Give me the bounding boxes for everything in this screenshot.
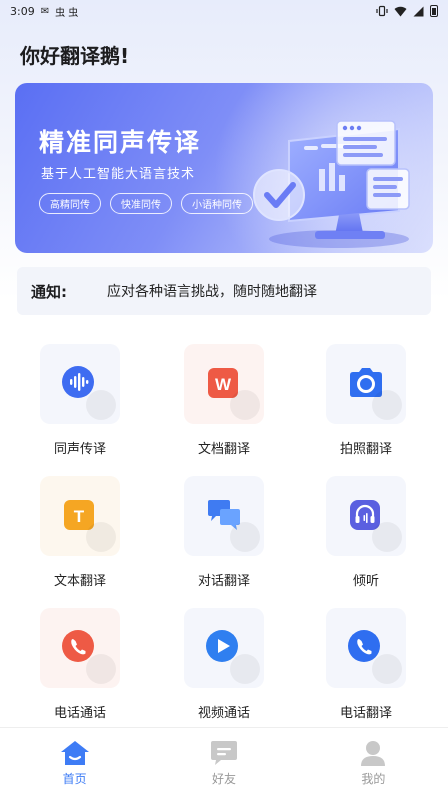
feature-label: 电话通话 [53, 706, 106, 721]
svg-text:T: T [74, 507, 85, 526]
feature-label: 倾听 [352, 574, 379, 589]
banner-chips: 高精同传 快准同传 小语种同传 [39, 193, 253, 214]
feature-tile: W [184, 344, 264, 424]
feature-listen[interactable]: 倾听 [306, 476, 426, 589]
feature-photo-translation[interactable]: 拍照翻译 [306, 344, 426, 457]
tab-home[interactable]: 首页 [0, 728, 149, 798]
banner-subtitle: 基于人工智能大语言技术 [41, 167, 196, 182]
feature-label: 对话翻译 [197, 574, 250, 589]
signal-icon [413, 6, 424, 16]
notice-label: 通知: [31, 282, 67, 301]
feature-dialogue-translation[interactable]: 对话翻译 [164, 476, 284, 589]
feature-phone-call[interactable]: 电话通话 [20, 608, 140, 721]
tab-profile[interactable]: 我的 [299, 728, 448, 798]
status-time: 3:09 [10, 4, 35, 18]
feature-tile [326, 608, 406, 688]
bug-notification-icons: 虫 虫 [55, 7, 79, 19]
wifi-icon [394, 6, 407, 16]
tab-label: 好友 [211, 772, 236, 786]
feature-tile: T [40, 476, 120, 556]
status-bar: 3:09 ✉ 虫 虫 [0, 0, 448, 22]
chat-icon [210, 741, 237, 765]
feature-document-translation[interactable]: W 文档翻译 [164, 344, 284, 457]
tab-label: 首页 [62, 772, 87, 786]
page-title: 你好翻译鹅! [20, 44, 130, 68]
profile-icon [361, 741, 386, 766]
feature-phone-translation[interactable]: 电话翻译 [306, 608, 426, 721]
svg-text:W: W [215, 375, 232, 394]
feature-label: 同声传译 [53, 442, 106, 457]
banner-chip: 小语种同传 [181, 193, 253, 214]
feature-tile [40, 608, 120, 688]
notice-bar[interactable]: 通知: 应对各种语言挑战，随时随地翻译 [17, 267, 431, 315]
monitor-check-illustration [253, 120, 410, 248]
feature-label: 文本翻译 [53, 574, 106, 589]
feature-tile [40, 344, 120, 424]
banner-title: 精准同声传译 [39, 128, 202, 157]
feature-simultaneous-interpretation[interactable]: 同声传译 [20, 344, 140, 457]
feature-tile [326, 476, 406, 556]
feature-label: 视频通话 [197, 706, 250, 721]
notice-text: 应对各种语言挑战，随时随地翻译 [107, 284, 317, 300]
banner-chip: 快准同传 [110, 193, 172, 214]
feature-video-call[interactable]: 视频通话 [164, 608, 284, 721]
notification-icon: ✉ [40, 5, 50, 17]
home-icon [60, 741, 89, 765]
feature-text-translation[interactable]: T 文本翻译 [20, 476, 140, 589]
feature-label: 文档翻译 [197, 442, 250, 457]
feature-tile [184, 608, 264, 688]
feature-tile [326, 344, 406, 424]
feature-label: 拍照翻译 [339, 442, 392, 457]
vibrate-icon [376, 5, 388, 17]
promo-banner[interactable]: 精准同声传译 基于人工智能大语言技术 高精同传 快准同传 小语种同传 [15, 83, 433, 253]
bottom-tab-bar: 首页 好友 我的 [0, 727, 448, 798]
tab-label: 我的 [361, 772, 386, 786]
feature-label: 电话翻译 [339, 706, 392, 721]
banner-chip: 高精同传 [39, 193, 101, 214]
feature-tile [184, 476, 264, 556]
battery-icon [430, 5, 438, 17]
tab-friends[interactable]: 好友 [149, 728, 298, 798]
